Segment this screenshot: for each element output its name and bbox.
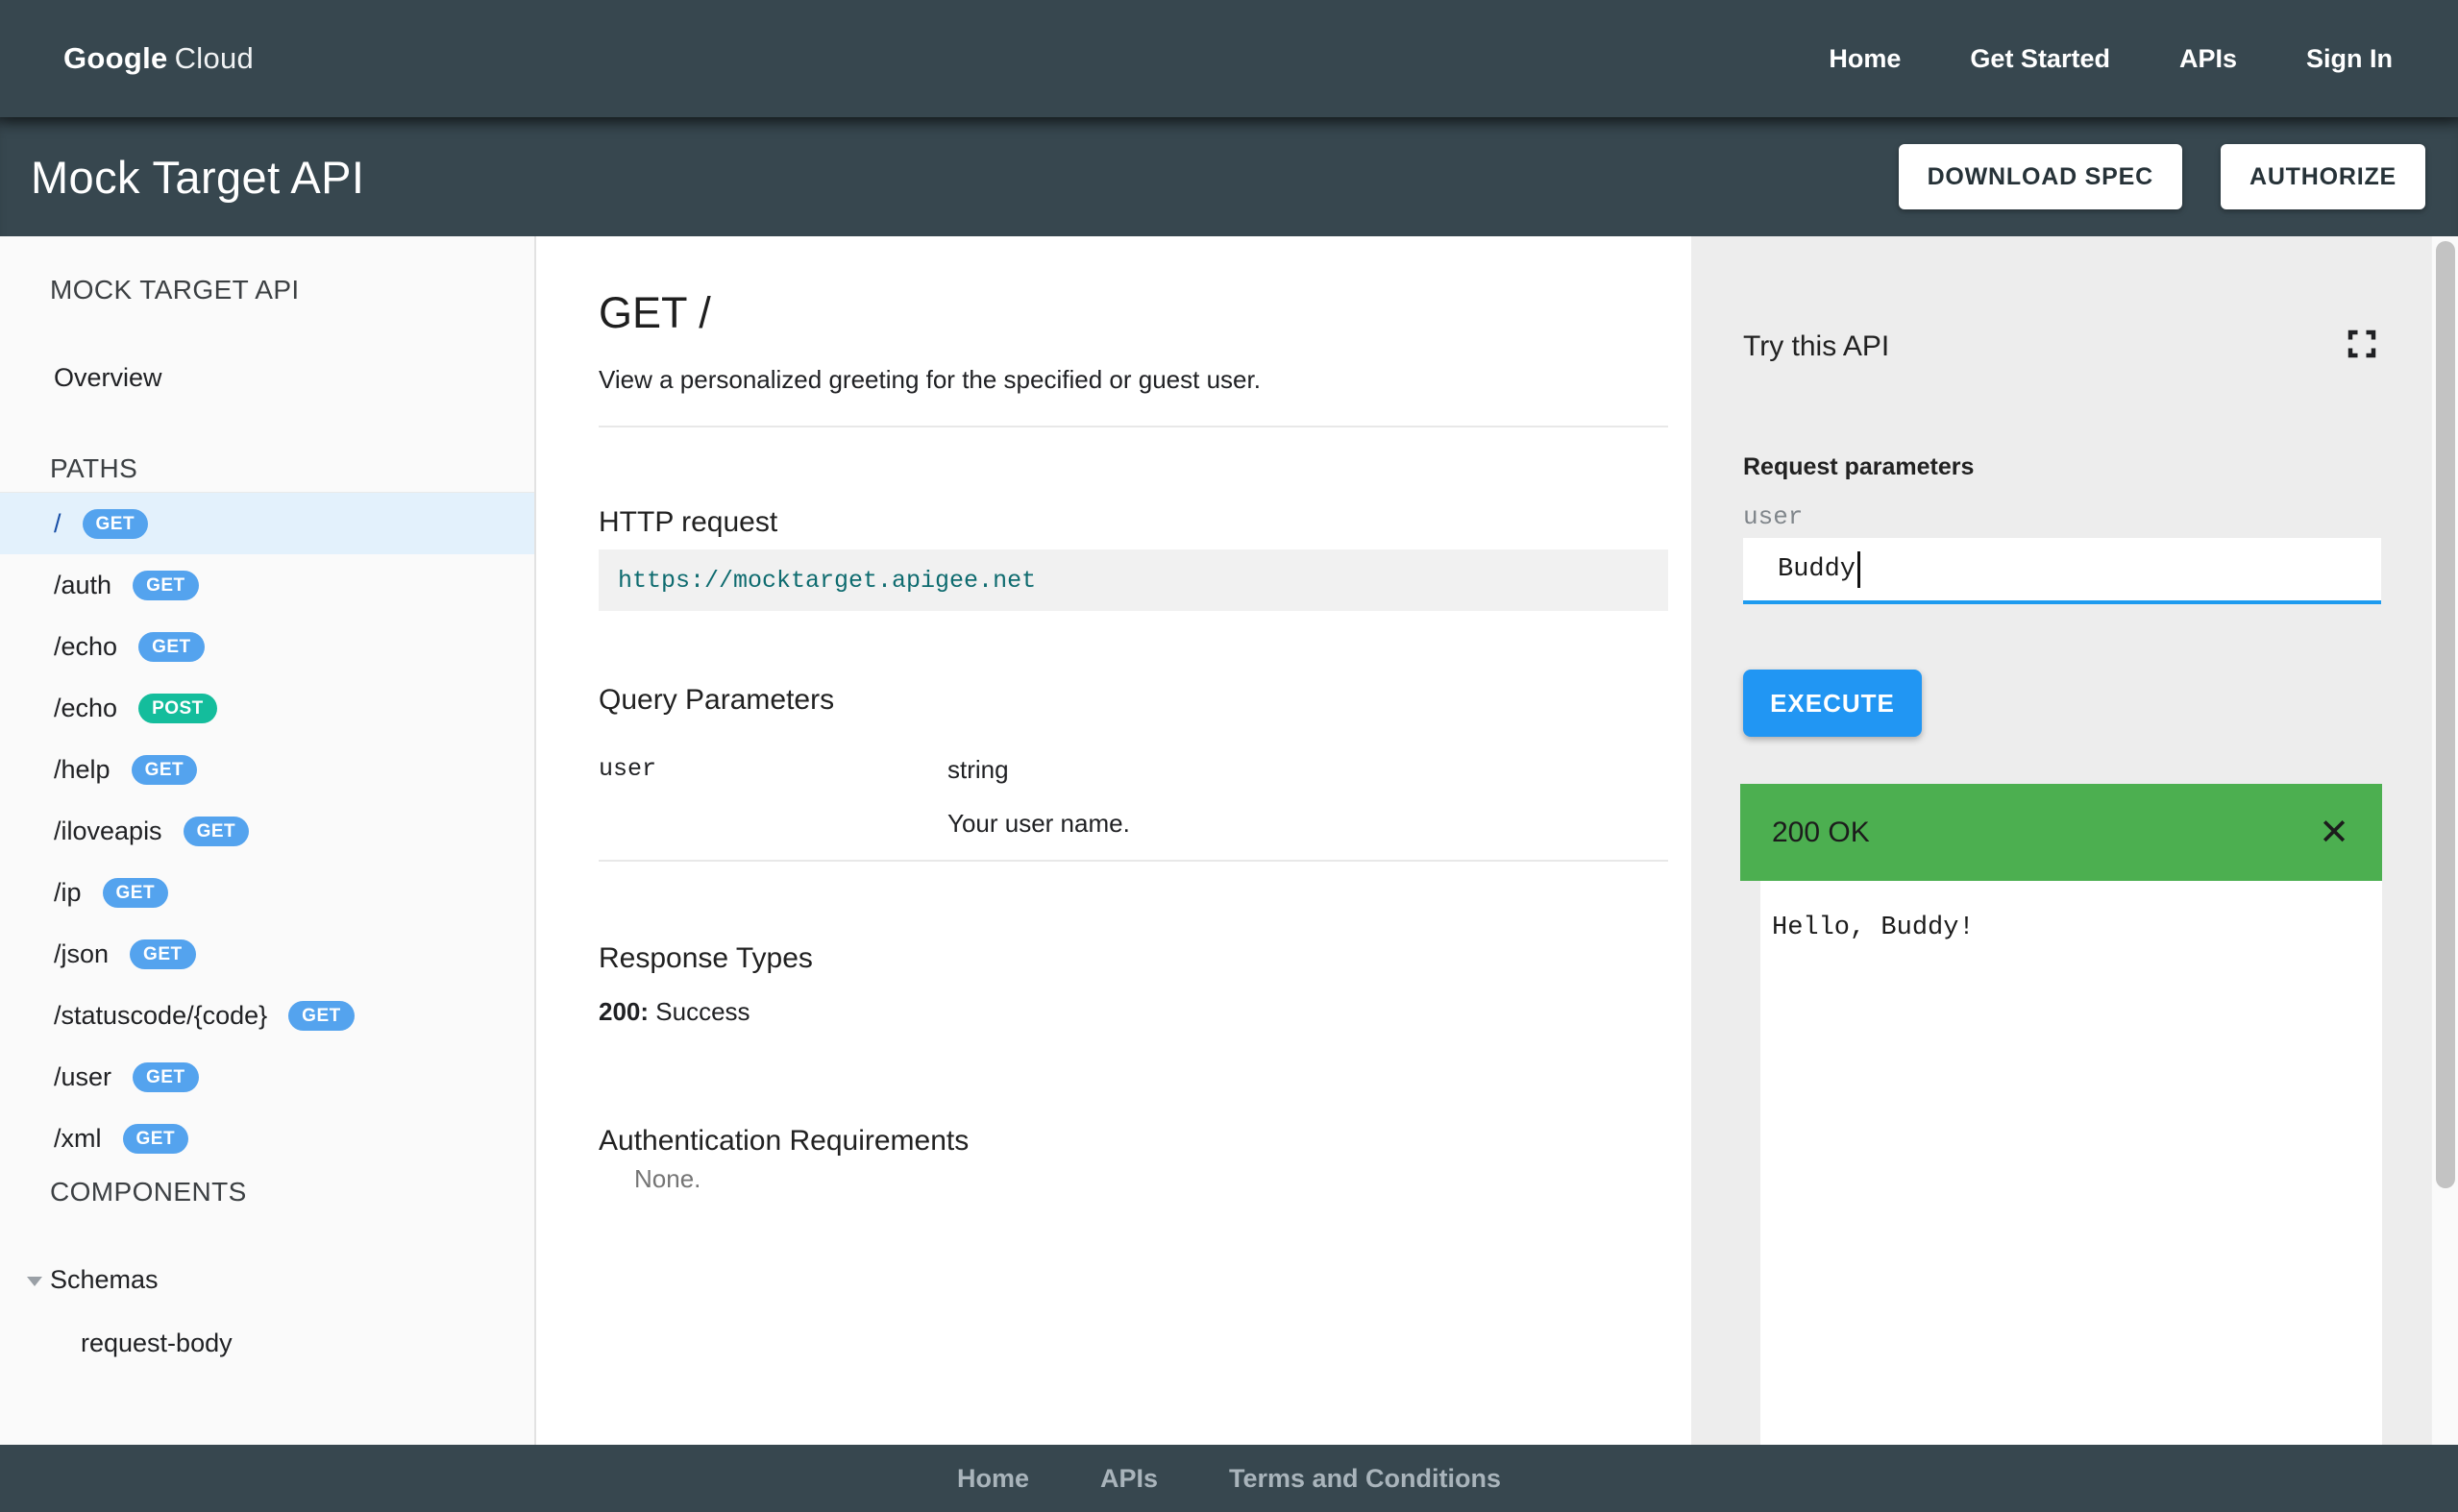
path-label: / <box>54 508 61 538</box>
method-badge-get: GET <box>138 631 205 662</box>
query-param-type: string <box>947 755 1009 784</box>
page-scrollbar-track[interactable] <box>2431 236 2458 1445</box>
sidebar-item-request-body[interactable]: request-body <box>81 1329 233 1358</box>
try-this-api-panel: Try this API Request parameters user Bud… <box>1691 236 2431 1445</box>
sidebar-api-title: MOCK TARGET API <box>50 275 300 305</box>
nav-home[interactable]: Home <box>1829 44 1901 74</box>
path-label: /user <box>54 1061 112 1091</box>
footer-apis-link[interactable]: APIs <box>1100 1464 1158 1494</box>
operation-title: GET / <box>599 288 711 337</box>
http-request-url-box: https://mocktarget.apigee.net <box>599 549 1668 611</box>
fullscreen-icon[interactable] <box>2345 327 2379 361</box>
sidebar-item-help-get[interactable]: /help GET <box>0 739 534 800</box>
auth-requirements-value: None. <box>634 1164 701 1193</box>
sidebar-item-root-get[interactable]: / GET <box>0 493 534 554</box>
sidebar-item-xml-get[interactable]: /xml GET <box>0 1108 534 1169</box>
request-parameters-label: Request parameters <box>1743 453 1975 480</box>
user-param-label: user <box>1743 502 1804 531</box>
sidebar-item-overview[interactable]: Overview <box>54 363 162 393</box>
sidebar-item-schemas[interactable]: Schemas <box>50 1265 159 1295</box>
top-navbar: Google Cloud Home Get Started APIs Sign I… <box>0 0 2458 117</box>
path-label: /ip <box>54 877 82 907</box>
auth-requirements-heading: Authentication Requirements <box>599 1125 970 1157</box>
sidebar-item-echo-post[interactable]: /echo POST <box>0 677 534 739</box>
nav-get-started[interactable]: Get Started <box>1970 44 2110 74</box>
method-badge-get: GET <box>288 1000 355 1031</box>
query-param-name: user <box>599 755 657 783</box>
response-body-box: Hello, Buddy! <box>1760 881 2382 1445</box>
method-badge-get: GET <box>82 508 149 539</box>
path-label: /echo <box>54 631 118 661</box>
operation-description: View a personalized greeting for the spe… <box>599 365 1261 394</box>
response-types-heading: Response Types <box>599 942 813 974</box>
sidebar-paths-heading: PATHS <box>50 453 138 483</box>
path-label: /help <box>54 754 111 784</box>
sidebar-item-statuscode-get[interactable]: /statuscode/{code} GET <box>0 985 534 1046</box>
divider <box>599 860 1668 862</box>
method-badge-get: GET <box>122 1123 189 1154</box>
sidebar-item-user-get[interactable]: /user GET <box>0 1046 534 1108</box>
http-request-url: https://mocktarget.apigee.net <box>618 566 1037 595</box>
header-buttons: DOWNLOAD SPEC AUTHORIZE <box>1898 144 2425 209</box>
page-scrollbar-thumb[interactable] <box>2436 241 2455 1188</box>
nav-apis[interactable]: APIs <box>2179 44 2237 74</box>
try-panel-title: Try this API <box>1743 330 1890 362</box>
response-body-text: Hello, Buddy! <box>1772 914 1975 942</box>
sidebar-components-heading: COMPONENTS <box>50 1177 247 1207</box>
topnav-links: Home Get Started APIs Sign In <box>1829 44 2393 74</box>
method-badge-get: GET <box>131 754 198 785</box>
path-label: /statuscode/{code} <box>54 1000 268 1030</box>
download-spec-button[interactable]: DOWNLOAD SPEC <box>1898 144 2182 209</box>
chevron-down-icon[interactable] <box>27 1277 42 1286</box>
sidebar-item-auth-get[interactable]: /auth GET <box>0 554 534 616</box>
method-badge-get: GET <box>133 1061 199 1092</box>
method-badge-get: GET <box>183 816 250 846</box>
sidebar-item-iloveapis-get[interactable]: /iloveapis GET <box>0 800 534 862</box>
response-text: Success <box>655 997 750 1026</box>
logo-cloud-text: Cloud <box>174 41 255 75</box>
path-label: /iloveapis <box>54 816 162 845</box>
page-header: Mock Target API DOWNLOAD SPEC AUTHORIZE <box>0 117 2458 236</box>
execute-button[interactable]: EXECUTE <box>1743 670 1922 737</box>
page-footer: Home APIs Terms and Conditions <box>0 1445 2458 1512</box>
query-parameters-heading: Query Parameters <box>599 684 835 716</box>
sidebar-item-json-get[interactable]: /json GET <box>0 923 534 985</box>
response-status-bar: 200 OK ✕ <box>1740 784 2382 881</box>
nav-sign-in[interactable]: Sign In <box>2306 44 2393 74</box>
path-label: /echo <box>54 693 118 722</box>
query-param-description: Your user name. <box>947 809 1130 838</box>
path-label: /json <box>54 939 110 968</box>
method-badge-post: POST <box>138 693 217 723</box>
sidebar: MOCK TARGET API Overview PATHS / GET /au… <box>0 236 536 1445</box>
user-param-value: Buddy <box>1778 554 1856 584</box>
sidebar-path-list: / GET /auth GET /echo GET /echo POST /he… <box>0 492 534 1169</box>
page-title: Mock Target API <box>31 151 365 203</box>
response-status-text: 200 OK <box>1772 816 1870 848</box>
footer-terms-link[interactable]: Terms and Conditions <box>1229 1464 1501 1494</box>
footer-home-link[interactable]: Home <box>957 1464 1029 1494</box>
method-badge-get: GET <box>133 570 199 600</box>
method-badge-get: GET <box>102 877 169 908</box>
divider <box>599 426 1668 427</box>
sidebar-item-ip-get[interactable]: /ip GET <box>0 862 534 923</box>
http-request-heading: HTTP request <box>599 506 778 538</box>
main-content: GET / View a personalized greeting for t… <box>536 236 1691 1445</box>
google-cloud-logo[interactable]: Google Cloud <box>63 41 254 76</box>
text-cursor <box>1857 550 1861 588</box>
logo-google-text: Google <box>63 41 168 75</box>
user-param-input[interactable]: Buddy <box>1743 538 2381 604</box>
path-label: /auth <box>54 570 112 599</box>
method-badge-get: GET <box>130 939 196 969</box>
sidebar-item-echo-get[interactable]: /echo GET <box>0 616 534 677</box>
close-icon[interactable]: ✕ <box>2319 784 2349 881</box>
response-code: 200: <box>599 997 650 1026</box>
response-type-entry: 200: Success <box>599 997 750 1027</box>
path-label: /xml <box>54 1123 102 1153</box>
authorize-button[interactable]: AUTHORIZE <box>2220 144 2425 209</box>
